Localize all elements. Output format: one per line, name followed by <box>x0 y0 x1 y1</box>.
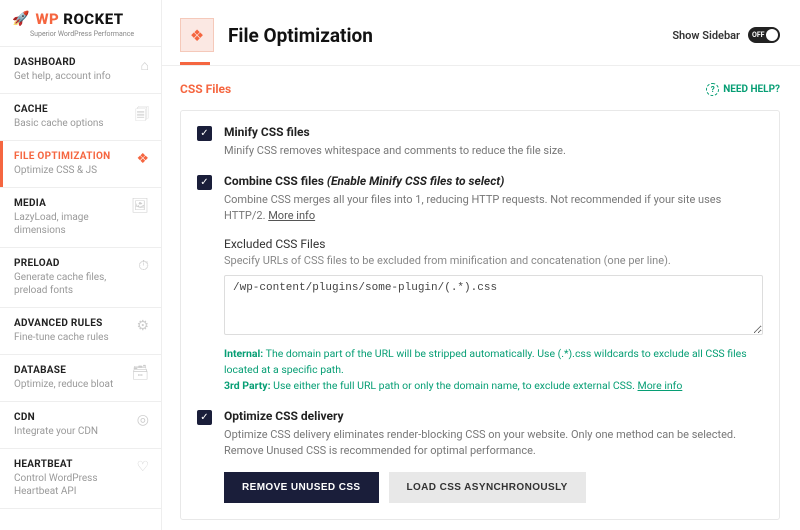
optimize-checkbox[interactable]: ✓ <box>197 410 212 425</box>
logo-rocket: ROCKET <box>63 10 123 28</box>
database-icon: 🗃 <box>131 365 149 381</box>
help-icon: ? <box>706 83 719 96</box>
combine-css-field: ✓ Combine CSS files (Enable Minify CSS f… <box>197 174 763 393</box>
cache-icon: 🗐 <box>135 104 149 128</box>
sidebar-item-dashboard[interactable]: DASHBOARD Get help, account info ⌂ <box>0 47 161 94</box>
nav-sub: Control WordPress Heartbeat API <box>14 472 130 498</box>
combine-desc: Combine CSS merges all your files into 1… <box>224 192 763 223</box>
logo-wp: WP <box>35 10 59 28</box>
combine-checkbox[interactable]: ✓ <box>197 175 212 190</box>
more-info-link[interactable]: More info <box>268 209 315 222</box>
nav-title: DATABASE <box>14 365 125 376</box>
sidebar-item-database[interactable]: DATABASE Optimize, reduce bloat 🗃 <box>0 355 161 402</box>
rocket-icon: 🚀 <box>12 11 29 27</box>
page-title: File Optimization <box>228 24 658 47</box>
clock-icon: ⏱ <box>138 258 149 274</box>
need-help-label: NEED HELP? <box>723 84 780 95</box>
page-header: ❖ File Optimization Show Sidebar OFF <box>162 0 800 62</box>
sidebar-item-heartbeat[interactable]: HEARTBEAT Control WordPress Heartbeat API… <box>0 449 161 509</box>
sidebar-item-media[interactable]: MEDIA LazyLoad, image dimensions 🖼 <box>0 188 161 248</box>
optimize-buttons: REMOVE UNUSED CSS LOAD CSS ASYNCHRONOUSL… <box>224 472 763 503</box>
nav-title: MEDIA <box>14 198 125 209</box>
section-title: CSS Files <box>180 82 231 96</box>
logo-tagline: Superior WordPress Performance <box>30 30 149 38</box>
optimize-css-field: ✓ Optimize CSS delivery Optimize CSS del… <box>197 409 763 503</box>
combine-label: Combine CSS files (Enable Minify CSS fil… <box>224 174 763 188</box>
content: CSS Files ? NEED HELP? ✓ Minify CSS file… <box>162 66 800 530</box>
nav-sub: Generate cache files, preload fonts <box>14 271 132 297</box>
nav-sub: Optimize, reduce bloat <box>14 378 125 391</box>
nav-title: DASHBOARD <box>14 57 135 68</box>
show-sidebar-toggle[interactable]: Show Sidebar OFF <box>672 27 780 43</box>
image-icon: 🖼 <box>131 198 149 214</box>
nav-sub: Optimize CSS & JS <box>14 164 130 177</box>
show-sidebar-label: Show Sidebar <box>672 29 740 42</box>
sidebar-item-advanced-rules[interactable]: ADVANCED RULES Fine-tune cache rules ⚙ <box>0 308 161 355</box>
more-info-link[interactable]: More info <box>638 379 683 392</box>
globe-icon: ◎ <box>137 412 149 428</box>
nav-title: CACHE <box>14 104 129 115</box>
sliders-icon: ⚙ <box>136 318 149 334</box>
minify-label: Minify CSS files <box>224 125 763 139</box>
sidebar-item-file-optimization[interactable]: FILE OPTIMIZATION Optimize CSS & JS ❖ <box>0 141 161 188</box>
minify-css-field: ✓ Minify CSS files Minify CSS removes wh… <box>197 125 763 158</box>
minify-desc: Minify CSS removes whitespace and commen… <box>224 143 763 158</box>
excluded-css-textarea[interactable] <box>224 275 763 335</box>
nav-sub: LazyLoad, image dimensions <box>14 211 125 237</box>
sidebar-item-cdn[interactable]: CDN Integrate your CDN ◎ <box>0 402 161 449</box>
nav-sub: Integrate your CDN <box>14 425 131 438</box>
nav-sub: Get help, account info <box>14 70 135 83</box>
nav-sub: Fine-tune cache rules <box>14 331 130 344</box>
excluded-label: Excluded CSS Files <box>224 237 763 251</box>
nav-title: FILE OPTIMIZATION <box>14 151 130 162</box>
nav-title: CDN <box>14 412 131 423</box>
load-css-async-button[interactable]: LOAD CSS ASYNCHRONOUSLY <box>389 472 586 503</box>
section-header: CSS Files ? NEED HELP? <box>180 82 780 96</box>
active-tab-indicator <box>180 62 210 65</box>
css-panel: ✓ Minify CSS files Minify CSS removes wh… <box>180 110 780 520</box>
nav-title: PRELOAD <box>14 258 132 269</box>
logo: 🚀 WP ROCKET Superior WordPress Performan… <box>0 0 161 47</box>
excluded-desc: Specify URLs of CSS files to be excluded… <box>224 254 763 267</box>
main: ❖ File Optimization Show Sidebar OFF CSS… <box>162 0 800 530</box>
sidebar: 🚀 WP ROCKET Superior WordPress Performan… <box>0 0 162 530</box>
heart-icon: ♡ <box>136 459 149 475</box>
need-help-link[interactable]: ? NEED HELP? <box>706 83 780 96</box>
optimize-desc: Optimize CSS delivery eliminates render-… <box>224 427 763 458</box>
nav-sub: Basic cache options <box>14 117 129 130</box>
remove-unused-css-button[interactable]: REMOVE UNUSED CSS <box>224 472 379 503</box>
nav-title: ADVANCED RULES <box>14 318 130 329</box>
layers-icon: ❖ <box>180 18 214 52</box>
sidebar-item-cache[interactable]: CACHE Basic cache options 🗐 <box>0 94 161 141</box>
excluded-hint: Internal: The domain part of the URL wil… <box>224 346 763 393</box>
minify-checkbox[interactable]: ✓ <box>197 126 212 141</box>
home-icon: ⌂ <box>141 57 149 74</box>
sidebar-item-preload[interactable]: PRELOAD Generate cache files, preload fon… <box>0 248 161 308</box>
excluded-css-block: Excluded CSS Files Specify URLs of CSS f… <box>224 237 763 393</box>
optimize-label: Optimize CSS delivery <box>224 409 763 423</box>
nav: DASHBOARD Get help, account info ⌂ CACHE Ba… <box>0 47 161 530</box>
toggle-icon: OFF <box>748 27 780 43</box>
nav-title: HEARTBEAT <box>14 459 130 470</box>
layers-icon: ❖ <box>136 151 149 167</box>
